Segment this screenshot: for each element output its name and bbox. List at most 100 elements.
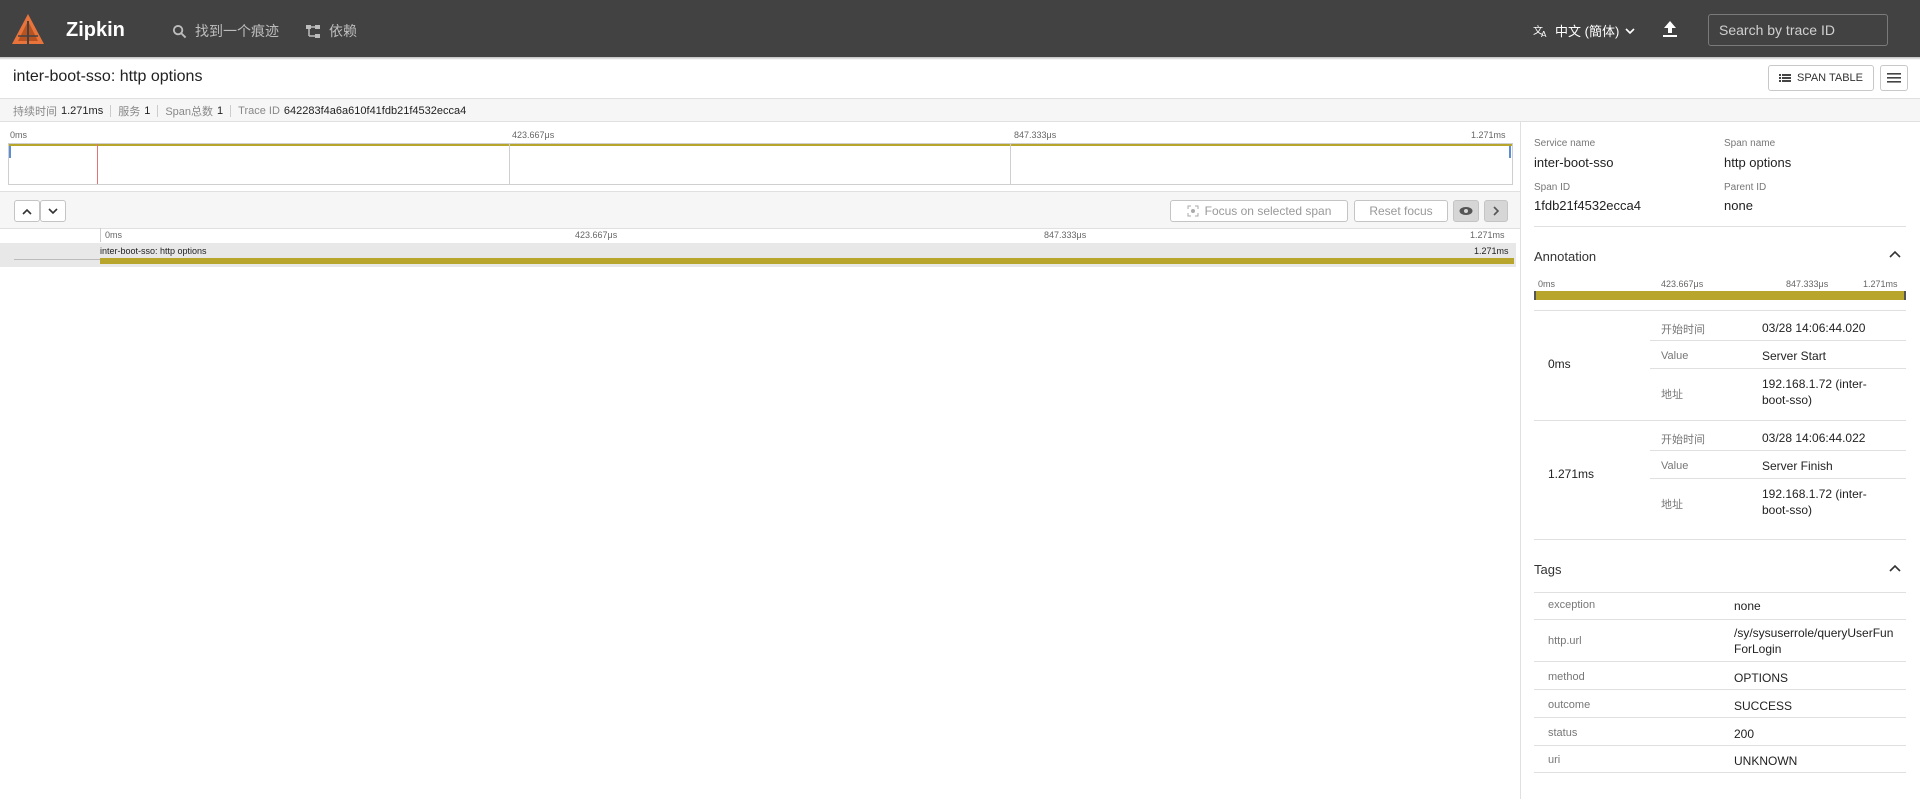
minimap-span-bar xyxy=(9,144,1512,146)
upload-icon[interactable] xyxy=(1660,19,1680,39)
span-id-label: Span ID xyxy=(1534,182,1571,193)
chevron-right-icon xyxy=(1492,206,1499,216)
tag-divider xyxy=(1534,661,1906,662)
nav-find-trace[interactable]: 找到一个痕迹 xyxy=(172,21,279,41)
open-detail-button[interactable] xyxy=(1484,200,1508,222)
tags-section-title: Tags xyxy=(1534,562,1562,577)
span-tree-line xyxy=(14,259,100,260)
annotation-key: 开始时间 xyxy=(1661,324,1705,336)
tag-key: outcome xyxy=(1548,699,1591,711)
tag-value: 200 xyxy=(1734,727,1755,741)
stat-divider xyxy=(110,105,112,117)
tag-key: exception xyxy=(1548,599,1596,611)
parent-id-label: Parent ID xyxy=(1724,182,1767,193)
span-table-button[interactable]: SPAN TABLE xyxy=(1768,65,1874,91)
app-brand[interactable]: Zipkin xyxy=(66,19,125,42)
span-table-label: SPAN TABLE xyxy=(1796,72,1864,84)
stat-services-label: 服务 xyxy=(118,106,141,118)
minimap-left-handle[interactable] xyxy=(9,146,11,158)
collapse-button[interactable] xyxy=(14,200,40,222)
nav-dependencies[interactable]: 依赖 xyxy=(305,21,357,41)
annotation-value: Server Start xyxy=(1762,349,1827,363)
language-selector[interactable]: 文 A 中文 (簡体) xyxy=(1533,21,1635,40)
annotation-value: Server Finish xyxy=(1762,459,1833,473)
span-name-label: Span name xyxy=(1724,138,1776,149)
tag-key: http.url xyxy=(1548,635,1582,647)
menu-button[interactable] xyxy=(1880,65,1908,91)
trace-header xyxy=(0,60,1920,99)
annotation-row-divider xyxy=(1650,340,1906,341)
annotation-divider xyxy=(1534,420,1906,421)
reset-focus-button[interactable]: Reset focus xyxy=(1354,200,1448,222)
nav-dependencies-label: 依赖 xyxy=(329,23,357,39)
timeline-gridline xyxy=(100,228,101,242)
timeline-tick: 1.271ms xyxy=(1470,230,1505,240)
chevron-up-icon[interactable] xyxy=(1889,564,1901,572)
toggle-visibility-button[interactable] xyxy=(1453,200,1479,222)
tag-divider xyxy=(1534,717,1906,718)
timeline-tick: 847.333μs xyxy=(1044,230,1087,240)
eye-icon xyxy=(1459,207,1473,215)
span-detail-panel xyxy=(1520,122,1920,799)
stat-divider xyxy=(230,105,232,117)
chevron-down-icon xyxy=(1625,27,1635,34)
minimap-right-handle[interactable] xyxy=(1509,146,1511,158)
trace-minimap[interactable] xyxy=(8,143,1513,185)
annotation-row-divider xyxy=(1650,478,1906,479)
stat-spans-label: Span总数 xyxy=(165,106,214,118)
trace-id-search-input[interactable] xyxy=(1708,14,1888,46)
span-duration: 1.271ms xyxy=(1474,246,1509,256)
reset-focus-label: Reset focus xyxy=(1369,204,1433,218)
stat-trace-id-value: 642283f4a6a610f41fdb21f4532ecca4 xyxy=(283,105,467,117)
tag-key: status xyxy=(1548,727,1578,739)
tag-value: /sy/sysuserrole/queryUserFunForLogin xyxy=(1734,626,1894,656)
tag-value: none xyxy=(1734,599,1761,613)
minimap-tick: 423.667μs xyxy=(512,130,555,140)
annotation-key: 地址 xyxy=(1661,499,1683,511)
tag-divider xyxy=(1534,689,1906,690)
annotation-divider xyxy=(1534,310,1906,311)
minimap-gridline xyxy=(509,144,510,184)
stat-services-value: 1 xyxy=(144,105,151,117)
annotation-key: 地址 xyxy=(1661,389,1683,401)
timeline-tick: 0ms xyxy=(105,230,123,240)
dependency-graph-icon xyxy=(306,24,320,38)
annotation-key: Value xyxy=(1661,350,1689,362)
expand-button[interactable] xyxy=(40,200,66,222)
parent-id-value: none xyxy=(1724,198,1753,213)
trace-title: inter-boot-sso: http options xyxy=(13,68,203,85)
annotation-time: 0ms xyxy=(1548,357,1571,371)
minimap-tick: 847.333μs xyxy=(1014,130,1057,140)
chevron-down-icon xyxy=(48,207,58,214)
search-icon xyxy=(172,24,187,38)
annotation-tick: 1.271ms xyxy=(1863,279,1898,289)
annotation-key: 开始时间 xyxy=(1661,434,1705,446)
annotation-value: 192.168.1.72 (inter-boot-sso) xyxy=(1762,487,1867,517)
timeline-tick: 423.667μs xyxy=(575,230,618,240)
tag-divider xyxy=(1534,772,1906,773)
tag-key: method xyxy=(1548,671,1585,683)
annotation-tick: 423.667μs xyxy=(1661,279,1704,289)
annotation-key: Value xyxy=(1661,460,1689,472)
minimap-gridline xyxy=(1010,144,1011,184)
tag-value: OPTIONS xyxy=(1734,671,1789,685)
span-bar[interactable] xyxy=(100,258,1514,264)
span-id-value: 1fdb21f4532ecca4 xyxy=(1534,198,1641,213)
stat-duration-value: 1.271ms xyxy=(61,105,104,117)
annotation-section-title: Annotation xyxy=(1534,249,1597,264)
menu-icon xyxy=(1887,73,1901,83)
annotation-time: 1.271ms xyxy=(1548,467,1595,481)
stat-trace-id-label: Trace ID xyxy=(238,105,280,117)
nav-find-trace-label: 找到一个痕迹 xyxy=(195,23,279,39)
annotation-row-divider xyxy=(1650,368,1906,369)
detail-divider xyxy=(1534,226,1906,227)
annotation-value: 192.168.1.72 (inter-boot-sso) xyxy=(1762,377,1867,407)
zipkin-logo-icon[interactable] xyxy=(10,12,46,48)
focus-selected-span-button[interactable]: Focus on selected span xyxy=(1170,200,1348,222)
span-row[interactable]: inter-boot-sso: http options 1.271ms xyxy=(0,243,1516,267)
chevron-up-icon xyxy=(22,208,32,215)
chevron-up-icon[interactable] xyxy=(1889,250,1901,258)
annotation-span-bar xyxy=(1534,291,1906,300)
svg-text:A: A xyxy=(1541,30,1547,38)
service-name-label: Service name xyxy=(1534,138,1596,149)
